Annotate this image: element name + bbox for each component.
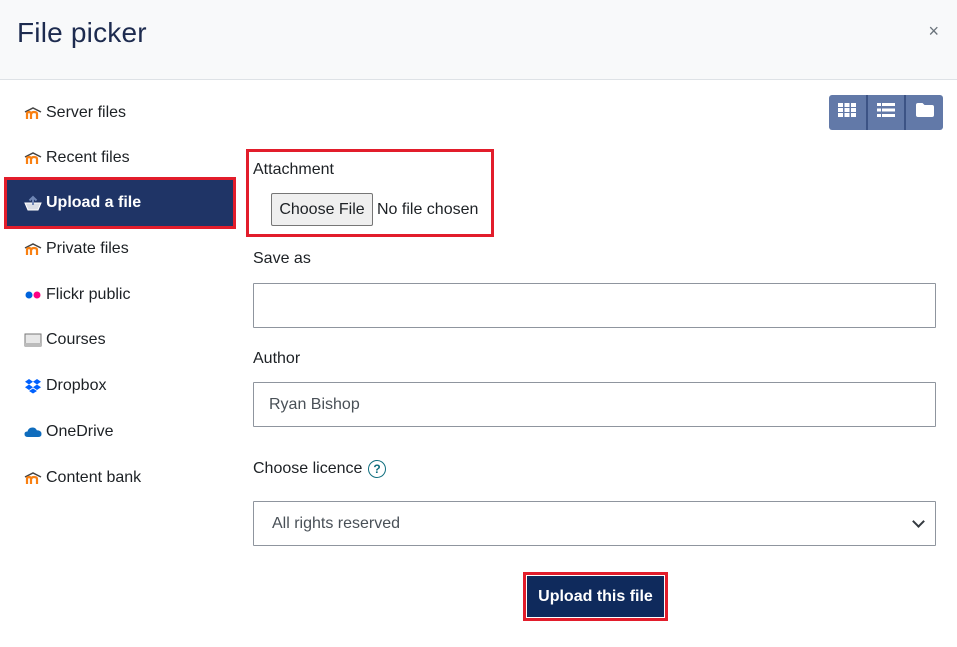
- sidebar-item-label: Courses: [46, 331, 106, 348]
- licence-selected-value: All rights reserved: [272, 514, 401, 532]
- sidebar-item-label: Content bank: [46, 469, 142, 486]
- save-as-label: Save as: [253, 250, 311, 267]
- sidebar-item-private-files[interactable]: Private files: [4, 226, 236, 272]
- sidebar-item-server-files[interactable]: Server files: [4, 90, 236, 136]
- dropbox-icon: [24, 377, 42, 395]
- sidebar-item-label: Dropbox: [46, 377, 107, 394]
- flickr-icon: [24, 286, 42, 304]
- sidebar-item-label: Flickr public: [46, 286, 131, 303]
- sidebar-item-label: Private files: [46, 240, 129, 257]
- file-picker-dialog: File picker × Server files Recent files …: [0, 0, 957, 647]
- sidebar-item-label: Upload a file: [46, 194, 142, 211]
- help-icon[interactable]: ?: [368, 460, 386, 478]
- author-label: Author: [253, 350, 301, 367]
- sidebar-item-label: Server files: [46, 104, 127, 121]
- author-input[interactable]: Ryan Bishop: [253, 382, 936, 427]
- list-view-button[interactable]: [867, 95, 907, 130]
- sidebar-item-courses[interactable]: Courses: [4, 317, 236, 363]
- tree-view-button[interactable]: [906, 95, 944, 130]
- chevron-down-icon: [912, 515, 925, 528]
- sidebar-item-content-bank[interactable]: Content bank: [4, 455, 236, 501]
- moodle-icon: [24, 469, 42, 487]
- choose-file-button[interactable]: Choose File: [271, 193, 373, 226]
- attachment-label: Attachment: [253, 161, 334, 178]
- sidebar-item-label: Recent files: [46, 149, 130, 166]
- sidebar-item-upload-a-file[interactable]: Upload a file: [4, 177, 236, 229]
- no-file-chosen-text: No file chosen: [377, 201, 479, 218]
- list-icon: [877, 103, 895, 122]
- upload-this-file-button[interactable]: Upload this file: [527, 576, 664, 617]
- close-icon[interactable]: ×: [928, 22, 939, 40]
- courses-icon: [24, 331, 42, 349]
- folder-icon: [915, 103, 934, 122]
- licence-label: Choose licence: [253, 460, 363, 477]
- save-as-input[interactable]: [253, 283, 936, 328]
- upload-icon: [24, 194, 42, 212]
- moodle-icon: [24, 104, 42, 122]
- grid-view-button[interactable]: [829, 95, 868, 130]
- sidebar-item-onedrive[interactable]: OneDrive: [4, 409, 236, 455]
- sidebar-item-recent-files[interactable]: Recent files: [4, 135, 236, 181]
- sidebar-item-dropbox[interactable]: Dropbox: [4, 363, 236, 409]
- dialog-header: File picker ×: [0, 0, 957, 80]
- sidebar-item-label: OneDrive: [46, 423, 114, 440]
- moodle-icon: [24, 240, 42, 258]
- moodle-icon: [24, 149, 42, 167]
- grid-icon: [838, 103, 857, 122]
- sidebar-item-flickr-public[interactable]: Flickr public: [4, 272, 236, 318]
- onedrive-icon: [24, 423, 42, 441]
- view-toggle-group: [829, 95, 944, 130]
- dialog-title: File picker: [17, 17, 147, 48]
- licence-select[interactable]: All rights reserved: [253, 501, 936, 546]
